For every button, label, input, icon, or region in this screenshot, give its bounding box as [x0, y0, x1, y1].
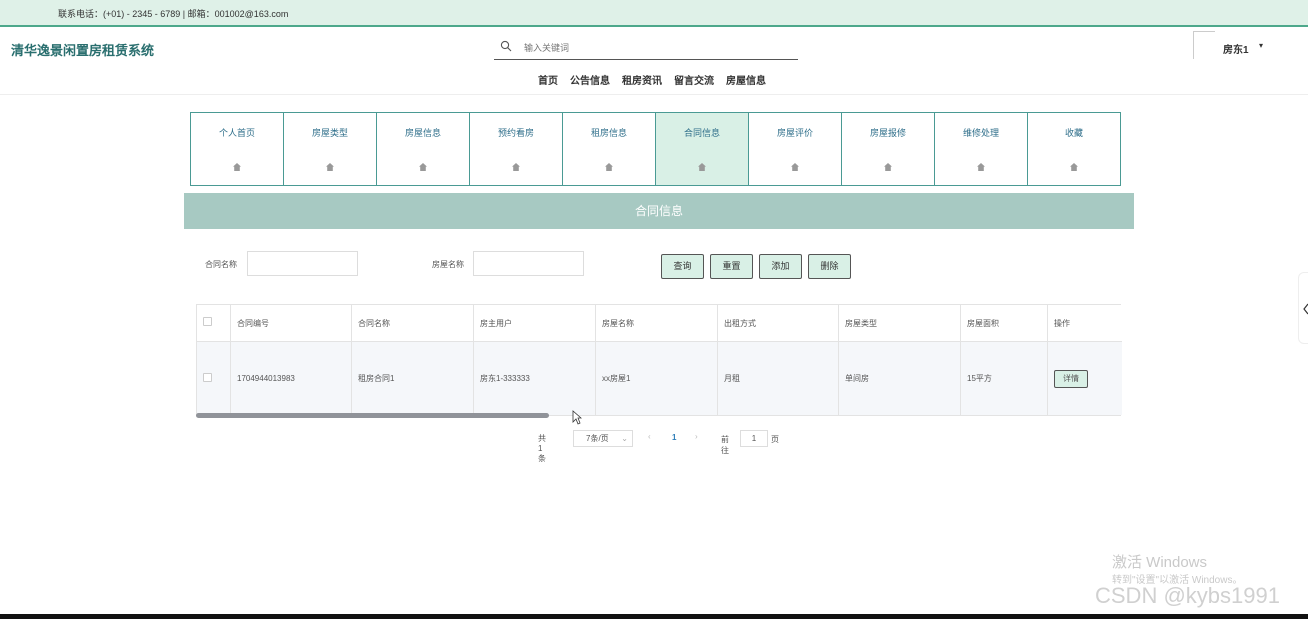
add-button[interactable]: 添加 [759, 254, 802, 279]
nav-home[interactable]: 首页 [538, 72, 558, 87]
home-icon [791, 163, 799, 171]
cell-rent-mode: 月租 [718, 342, 839, 415]
home-icon [1070, 163, 1078, 171]
menu-item-label: 租房信息 [590, 128, 627, 138]
csdn-watermark: CSDN @kybs1991 [1095, 583, 1280, 608]
home-icon [419, 163, 427, 171]
search-bar [494, 36, 798, 60]
menu-item-repair-request[interactable]: 房屋报修 [841, 112, 935, 186]
home-icon [512, 163, 520, 171]
bottom-border [0, 614, 1308, 619]
detail-button[interactable]: 详情 [1054, 369, 1088, 388]
reset-button[interactable]: 重置 [710, 254, 753, 279]
contract-name-input[interactable] [247, 251, 358, 276]
header-owner[interactable]: 房主用户 [474, 305, 596, 341]
windows-activation-title: 激活 Windows [1112, 554, 1208, 571]
nav-house-info[interactable]: 房屋信息 [726, 72, 766, 87]
home-icon [698, 163, 706, 171]
menu-item-house-type[interactable]: 房屋类型 [283, 112, 377, 186]
menu-item-house-info[interactable]: 房屋信息 [376, 112, 470, 186]
contact-info: 联系电话：(+01) - 2345 - 6789 | 邮箱：001002@163… [58, 9, 289, 19]
current-page[interactable]: 1 [672, 433, 676, 442]
cell-contract-no: 1704944013983 [231, 342, 352, 415]
side-drawer-handle[interactable] [1298, 272, 1308, 344]
main-nav: 首页 公告信息 租房资讯 留言交流 房屋信息 [538, 72, 766, 87]
chevron-down-icon: ⌄ [621, 434, 628, 443]
chevron-down-icon[interactable]: ▾ [1259, 41, 1263, 50]
menu-item-house-review[interactable]: 房屋评价 [748, 112, 842, 186]
home-icon [977, 163, 985, 171]
menu-item-label: 个人首页 [218, 128, 255, 138]
nav-notices[interactable]: 公告信息 [570, 72, 610, 87]
header-rent-mode[interactable]: 出租方式 [718, 305, 839, 341]
cell-actions: 详情 [1048, 342, 1122, 415]
select-all-cell [197, 305, 231, 341]
contract-table: 合同编号 合同名称 房主用户 房屋名称 出租方式 房屋类型 房屋面积 操作 17… [196, 304, 1122, 416]
menu-item-label: 房屋评价 [776, 128, 813, 138]
menu-item-label: 收藏 [1064, 128, 1083, 138]
menu-item-label: 维修处理 [962, 128, 999, 138]
nav-rental-news[interactable]: 租房资讯 [622, 72, 662, 87]
table-row: 1704944013983 租房合同1 房东1-333333 xx房屋1 月租 … [197, 342, 1122, 415]
mouse-cursor-icon [572, 410, 582, 425]
avatar[interactable] [1193, 31, 1215, 59]
header-contract-name[interactable]: 合同名称 [352, 305, 474, 341]
menu-item-favorites[interactable]: 收藏 [1027, 112, 1121, 186]
nav-messages[interactable]: 留言交流 [674, 72, 714, 87]
next-page-icon[interactable]: › [695, 432, 698, 441]
table-horizontal-scrollbar[interactable] [196, 413, 549, 418]
cell-contract-name: 租房合同1 [352, 342, 474, 415]
cell-house-name: xx房屋1 [596, 342, 718, 415]
home-icon [884, 163, 892, 171]
header-contract-no[interactable]: 合同编号 [231, 305, 352, 341]
total-count: 共 1 条 [538, 434, 546, 463]
user-name[interactable]: 房东1 [1223, 41, 1249, 56]
header-house-type[interactable]: 房屋类型 [839, 305, 961, 341]
cell-owner: 房东1-333333 [474, 342, 596, 415]
prev-page-icon[interactable]: ‹ [648, 432, 651, 441]
menu-item-label: 合同信息 [683, 128, 720, 138]
menu-item-label: 预约看房 [497, 128, 534, 138]
page-size-select[interactable]: 7条/页 ⌄ [573, 430, 633, 447]
page-size-value: 7条/页 [586, 434, 609, 443]
cell-house-area: 15平方 [961, 342, 1048, 415]
menu-item-personal-home[interactable]: 个人首页 [190, 112, 284, 186]
menu-item-label: 房屋信息 [404, 128, 441, 138]
search-icon[interactable] [500, 40, 512, 52]
page-title: 合同信息 [184, 193, 1134, 229]
home-icon [605, 163, 613, 171]
menu-item-label: 房屋类型 [311, 128, 348, 138]
table-header: 合同编号 合同名称 房主用户 房屋名称 出租方式 房屋类型 房屋面积 操作 [197, 305, 1122, 342]
row-checkbox[interactable] [203, 373, 212, 382]
query-button[interactable]: 查询 [661, 254, 704, 279]
contract-name-label: 合同名称 [205, 260, 237, 269]
goto-label: 前往 [721, 435, 729, 455]
menu-item-label: 房屋报修 [869, 128, 906, 138]
page-suffix: 页 [771, 435, 779, 444]
house-name-input[interactable] [473, 251, 584, 276]
menu-item-rental-info[interactable]: 租房信息 [562, 112, 656, 186]
top-contact-bar: 联系电话：(+01) - 2345 - 6789 | 邮箱：001002@163… [0, 0, 1308, 27]
row-select-cell [197, 342, 231, 415]
header-house-area[interactable]: 房屋面积 [961, 305, 1048, 341]
menu-item-contract-info[interactable]: 合同信息 [655, 112, 749, 186]
goto-page-input[interactable]: 1 [740, 430, 768, 447]
search-input[interactable] [524, 40, 784, 56]
user-menu[interactable]: 房东1 ▾ [1193, 31, 1283, 61]
home-icon [326, 163, 334, 171]
delete-button[interactable]: 删除 [808, 254, 851, 279]
select-all-checkbox[interactable] [203, 317, 212, 326]
chevron-left-icon [1303, 303, 1308, 315]
menu-item-viewing[interactable]: 预约看房 [469, 112, 563, 186]
header-actions: 操作 [1054, 318, 1070, 328]
home-icon [233, 163, 241, 171]
house-name-label: 房屋名称 [432, 260, 464, 269]
center-menu: 个人首页 房屋类型 房屋信息 预约看房 租房信息 合同信息 房屋评价 房屋报修 … [190, 112, 1121, 186]
header-house-name[interactable]: 房屋名称 [596, 305, 718, 341]
site-title[interactable]: 清华逸景闲置房租赁系统 [11, 40, 154, 59]
menu-item-repair-handling[interactable]: 维修处理 [934, 112, 1028, 186]
site-header: 清华逸景闲置房租赁系统 首页 公告信息 租房资讯 留言交流 房屋信息 房东1 ▾ [0, 27, 1308, 95]
cell-house-type: 单间房 [839, 342, 961, 415]
